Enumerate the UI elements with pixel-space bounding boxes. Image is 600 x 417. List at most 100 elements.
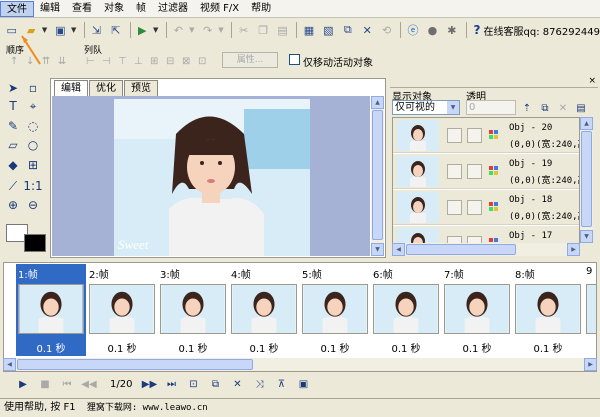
scroll-thumb[interactable]: [17, 359, 253, 370]
opacity-spinner[interactable]: 0: [466, 100, 516, 115]
ellipse-icon[interactable]: ○: [24, 136, 42, 154]
lock-toggle[interactable]: [467, 164, 482, 179]
menu-edit[interactable]: 编辑: [34, 1, 66, 17]
scroll-thumb[interactable]: [581, 131, 592, 227]
wizard-icon[interactable]: ▶: [134, 21, 151, 39]
chevron-down-icon[interactable]: ▼: [447, 101, 459, 114]
scroll-up-icon[interactable]: ▲: [580, 117, 593, 130]
display-objects-select[interactable]: 仅可视的 ▼: [392, 100, 460, 115]
brush-icon[interactable]: ✎: [4, 117, 22, 135]
visibility-toggle[interactable]: [447, 128, 462, 143]
import-icon[interactable]: ⇲: [88, 21, 105, 39]
delete-frame-icon[interactable]: ✕: [228, 376, 246, 392]
frame-thumbnail[interactable]: 8:帧 0.1 秒: [513, 264, 583, 356]
menu-filter[interactable]: 过滤器: [152, 1, 194, 17]
align-top-icon[interactable]: ⊥: [134, 56, 143, 67]
tween-icon[interactable]: ⤨: [250, 376, 268, 392]
undo-icon[interactable]: ↶: [170, 21, 187, 39]
scroll-right-icon[interactable]: ▶: [584, 358, 597, 371]
browser-preview-icon[interactable]: ⓔ: [404, 21, 421, 39]
menu-object[interactable]: 对象: [98, 1, 130, 17]
move-up-icon[interactable]: ↑: [10, 56, 18, 67]
object-row[interactable]: Obj - 20 (0,0)(宽:240,高: [393, 118, 579, 153]
align-left-icon[interactable]: ⊢: [86, 56, 95, 67]
scroll-down-icon[interactable]: ▼: [580, 230, 593, 243]
merge-frames-icon[interactable]: ⊼: [272, 376, 290, 392]
menu-frame[interactable]: 帧: [130, 1, 152, 17]
move-bottom-icon[interactable]: ⇊: [58, 56, 66, 67]
visibility-toggle[interactable]: [447, 200, 462, 215]
object-row[interactable]: Obj - 19 (0,0)(宽:240,高: [393, 154, 579, 189]
delete-icon[interactable]: ✕: [359, 21, 376, 39]
fill-bucket-icon[interactable]: ◆: [4, 156, 22, 174]
frame-thumbnail[interactable]: 2:帧 0.1 秒: [87, 264, 157, 356]
move-only-active-checkbox[interactable]: [289, 54, 300, 65]
layer-up-icon[interactable]: ⇡: [520, 99, 534, 117]
lock-toggle[interactable]: [467, 128, 482, 143]
frame-thumbnail[interactable]: 6:帧 0.1 秒: [371, 264, 441, 356]
chevron-down-icon[interactable]: ▼: [42, 26, 50, 34]
next-frame-icon[interactable]: ▶▶: [140, 376, 158, 392]
tab-preview[interactable]: 预览: [124, 80, 158, 96]
close-icon[interactable]: ×: [588, 76, 596, 86]
scroll-down-icon[interactable]: ▼: [371, 243, 384, 256]
frame-thumbnail[interactable]: 5:帧 0.1 秒: [300, 264, 370, 356]
object-row[interactable]: Obj - 18 (0,0)(宽:240,高: [393, 190, 579, 225]
cut-icon[interactable]: ✂: [235, 21, 252, 39]
online-service[interactable]: ? 在线客服qq: 876292449: [474, 23, 600, 38]
actual-size-icon[interactable]: 1:1: [23, 177, 42, 195]
frame-thumbnail[interactable]: 9: [584, 264, 596, 356]
settings-icon[interactable]: ✱: [443, 21, 460, 39]
object-list-vertical-scrollbar[interactable]: ▲ ▼: [580, 117, 593, 243]
copy-icon[interactable]: ❐: [254, 21, 271, 39]
visibility-toggle[interactable]: [447, 164, 462, 179]
frame-settings-icon[interactable]: ▣: [294, 376, 312, 392]
chevron-down-icon[interactable]: ▼: [153, 26, 161, 34]
redo-icon[interactable]: ↷: [199, 21, 216, 39]
lock-toggle[interactable]: [467, 200, 482, 215]
duplicate-icon[interactable]: ⧉: [339, 21, 356, 39]
image-icon[interactable]: ▧: [320, 21, 337, 39]
tab-optimize[interactable]: 优化: [89, 80, 123, 96]
stop-icon[interactable]: ■: [36, 376, 54, 392]
tab-edit[interactable]: 编辑: [54, 80, 88, 96]
eraser-icon[interactable]: ▱: [4, 136, 22, 154]
frame-properties-icon[interactable]: ▦: [300, 21, 317, 39]
move-down-icon[interactable]: ↓: [26, 56, 34, 67]
menu-file[interactable]: 文件: [0, 0, 34, 17]
save-icon[interactable]: ▣: [52, 21, 69, 39]
align-middle-icon[interactable]: ⊞: [150, 56, 158, 67]
frame-photo[interactable]: Sweet: [114, 99, 310, 256]
lasso-icon[interactable]: ◌: [24, 117, 42, 135]
scroll-left-icon[interactable]: ◀: [392, 243, 405, 256]
crop-icon[interactable]: ⌖: [24, 97, 42, 115]
foreground-color-swatch[interactable]: [24, 234, 46, 252]
editor-vertical-scrollbar[interactable]: ▲ ▼: [371, 96, 384, 256]
optimize-icon[interactable]: ●: [424, 21, 441, 39]
text-tool-icon[interactable]: T: [4, 97, 22, 115]
move-top-icon[interactable]: ⇈: [42, 56, 50, 67]
frame-thumbnail[interactable]: 7:帧 0.1 秒: [442, 264, 512, 356]
chevron-down-icon[interactable]: ▼: [189, 26, 197, 34]
chevron-down-icon[interactable]: ▼: [71, 26, 79, 34]
select-arrow-icon[interactable]: ➤: [4, 79, 22, 97]
previous-frame-icon[interactable]: ◀◀: [80, 376, 98, 392]
play-icon[interactable]: ▶: [14, 376, 32, 392]
align-bottom-icon[interactable]: ⊟: [166, 56, 174, 67]
object-list-horizontal-scrollbar[interactable]: ◀ ▶: [392, 243, 580, 256]
export-icon[interactable]: ⇱: [107, 21, 124, 39]
marquee-icon[interactable]: ▫: [24, 79, 42, 97]
scroll-up-icon[interactable]: ▲: [371, 96, 384, 109]
delete-object-icon[interactable]: ✕: [556, 99, 570, 117]
frame-thumbnail[interactable]: 3:帧 0.1 秒: [158, 264, 228, 356]
scroll-left-icon[interactable]: ◀: [3, 358, 16, 371]
frame-strip-horizontal-scrollbar[interactable]: ◀ ▶: [3, 358, 597, 371]
duplicate-object-icon[interactable]: ⧉: [538, 99, 552, 117]
first-frame-icon[interactable]: ⏮: [58, 376, 76, 392]
align-center-icon[interactable]: ⊣: [102, 56, 111, 67]
open-folder-icon[interactable]: ▰: [22, 21, 39, 39]
menu-video-fx[interactable]: 视频 F/X: [194, 1, 245, 17]
last-frame-icon[interactable]: ⏭: [162, 376, 180, 392]
menu-help[interactable]: 帮助: [245, 1, 277, 17]
scroll-thumb[interactable]: [372, 110, 383, 240]
